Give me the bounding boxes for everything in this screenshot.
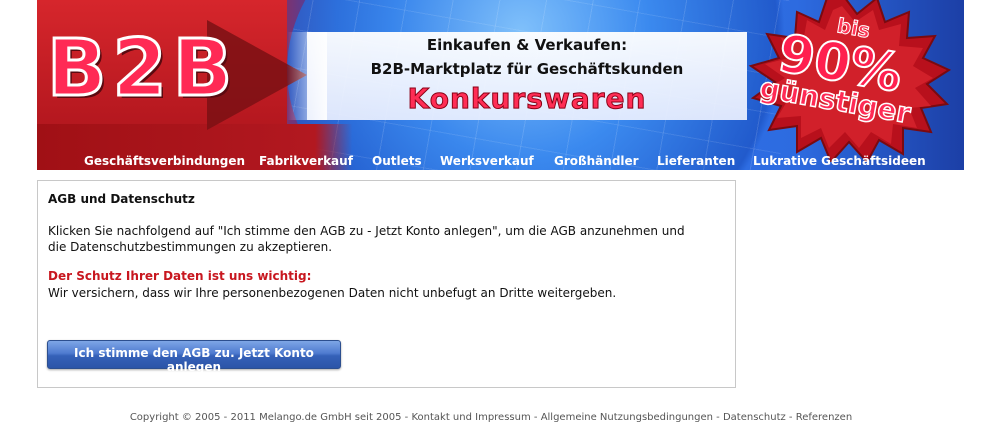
nav-item-lukrative-geschaeftsideen[interactable]: Lukrative Geschäftsideen [753, 154, 926, 168]
header-banner: B2B Einkaufen & Verkaufen: B2B-Marktplat… [37, 0, 964, 170]
footer-separator: - [712, 412, 723, 423]
agb-instructions: Klicken Sie nachfolgend auf "Ich stimme … [48, 224, 685, 254]
agree-create-account-button[interactable]: Ich stimme den AGB zu. Jetzt Konto anleg… [47, 340, 341, 374]
nav-item-geschaeftsverbindungen[interactable]: Geschäftsverbindungen [84, 154, 245, 168]
copyright-text: Copyright © 2005 - 2011 Melango.de GmbH … [129, 412, 402, 423]
footer: Copyright © 2005 - 2011 Melango.de GmbH … [0, 412, 982, 423]
footer-link-datenschutz[interactable]: Datenschutz [723, 412, 786, 423]
privacy-warning: Der Schutz Ihrer Daten ist uns wichtig: [48, 269, 312, 283]
main-nav: Geschäftsverbindungen Fabrikverkauf Outl… [37, 154, 964, 170]
footer-separator: - [530, 412, 541, 423]
b2b-logo[interactable]: B2B [45, 23, 238, 116]
footer-separator: - [785, 412, 796, 423]
nav-item-werksverkauf[interactable]: Werksverkauf [440, 154, 534, 168]
agb-panel: AGB und Datenschutz Klicken Sie nachfolg… [37, 180, 736, 388]
footer-link-referenzen[interactable]: Referenzen [796, 412, 852, 423]
headline-konkurswaren: Konkurswaren [407, 82, 647, 116]
nav-item-grosshaendler[interactable]: Großhändler [554, 154, 639, 168]
agree-button-label: Ich stimme den AGB zu. Jetzt Konto anleg… [74, 346, 314, 374]
headline-line1: Einkaufen & Verkaufen: [426, 36, 628, 54]
footer-separator: - [401, 412, 412, 423]
footer-link-nutzungsbedingungen[interactable]: Allgemeine Nutzungsbedingungen [541, 412, 713, 423]
nav-item-lieferanten[interactable]: Lieferanten [657, 154, 735, 168]
nav-item-outlets[interactable]: Outlets [372, 154, 422, 168]
panel-title: AGB und Datenschutz [48, 192, 195, 206]
footer-link-kontakt[interactable]: Kontakt und Impressum [411, 412, 530, 423]
nav-item-fabrikverkauf[interactable]: Fabrikverkauf [259, 154, 353, 168]
privacy-text: Wir versichern, dass wir Ihre personenbe… [48, 286, 617, 300]
headline-line2: B2B-Marktplatz für Geschäftskunden [370, 60, 684, 78]
